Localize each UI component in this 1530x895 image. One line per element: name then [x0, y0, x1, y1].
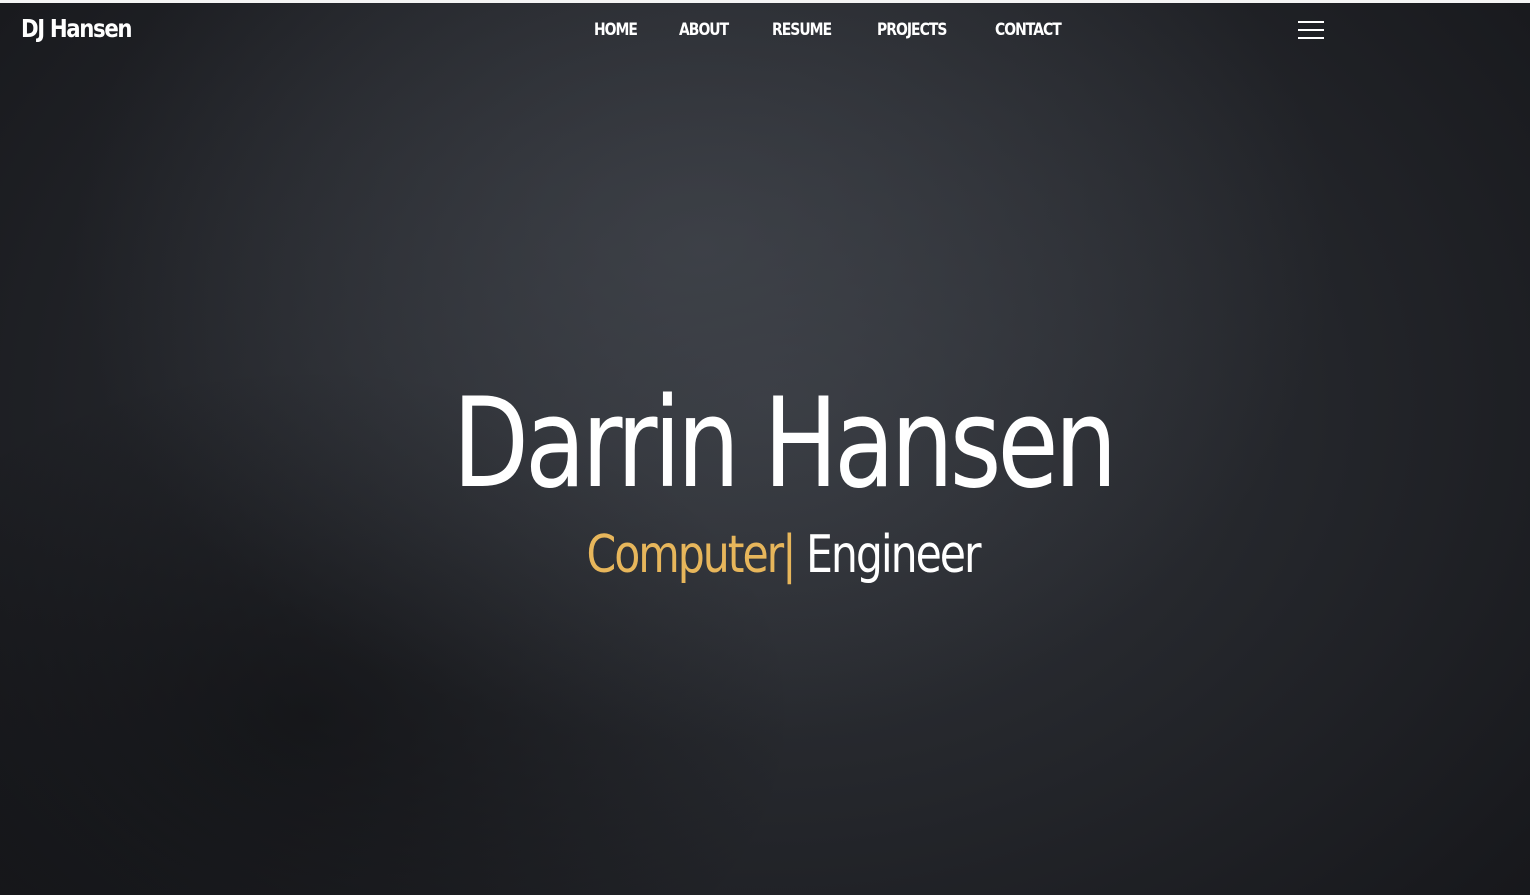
typing-cursor: | [782, 525, 796, 585]
nav-link-contact[interactable]: CONTACT [995, 20, 1062, 40]
nav-item-contact: CONTACT [995, 20, 1075, 40]
hamburger-menu-icon[interactable] [1298, 20, 1324, 42]
main-nav: HOME ABOUT RESUME PROJECTS CONTACT [594, 20, 1108, 40]
nav-link-about[interactable]: ABOUT [679, 20, 729, 40]
nav-link-projects[interactable]: PROJECTS [877, 20, 947, 40]
menu-bar [1298, 37, 1324, 39]
nav-link-resume[interactable]: RESUME [772, 20, 832, 40]
static-word: Engineer [805, 525, 982, 585]
brand-logo[interactable]: DJ Hansen [21, 14, 133, 43]
nav-item-projects: PROJECTS [877, 20, 962, 40]
menu-bar [1298, 29, 1324, 31]
menu-bar [1298, 21, 1324, 23]
top-border [0, 0, 1530, 3]
page: DJ Hansen HOME ABOUT RESUME PROJECTS CON… [0, 0, 1530, 895]
hero-subtitle: Computer| Engineer [141, 525, 1425, 585]
nav-item-resume: RESUME [772, 20, 844, 40]
hero-name: Darrin Hansen [452, 372, 1118, 516]
nav-item-about: ABOUT [679, 20, 739, 40]
typed-word: Computer [586, 525, 785, 585]
nav-item-home: HOME [594, 20, 646, 40]
nav-link-home[interactable]: HOME [594, 20, 638, 40]
